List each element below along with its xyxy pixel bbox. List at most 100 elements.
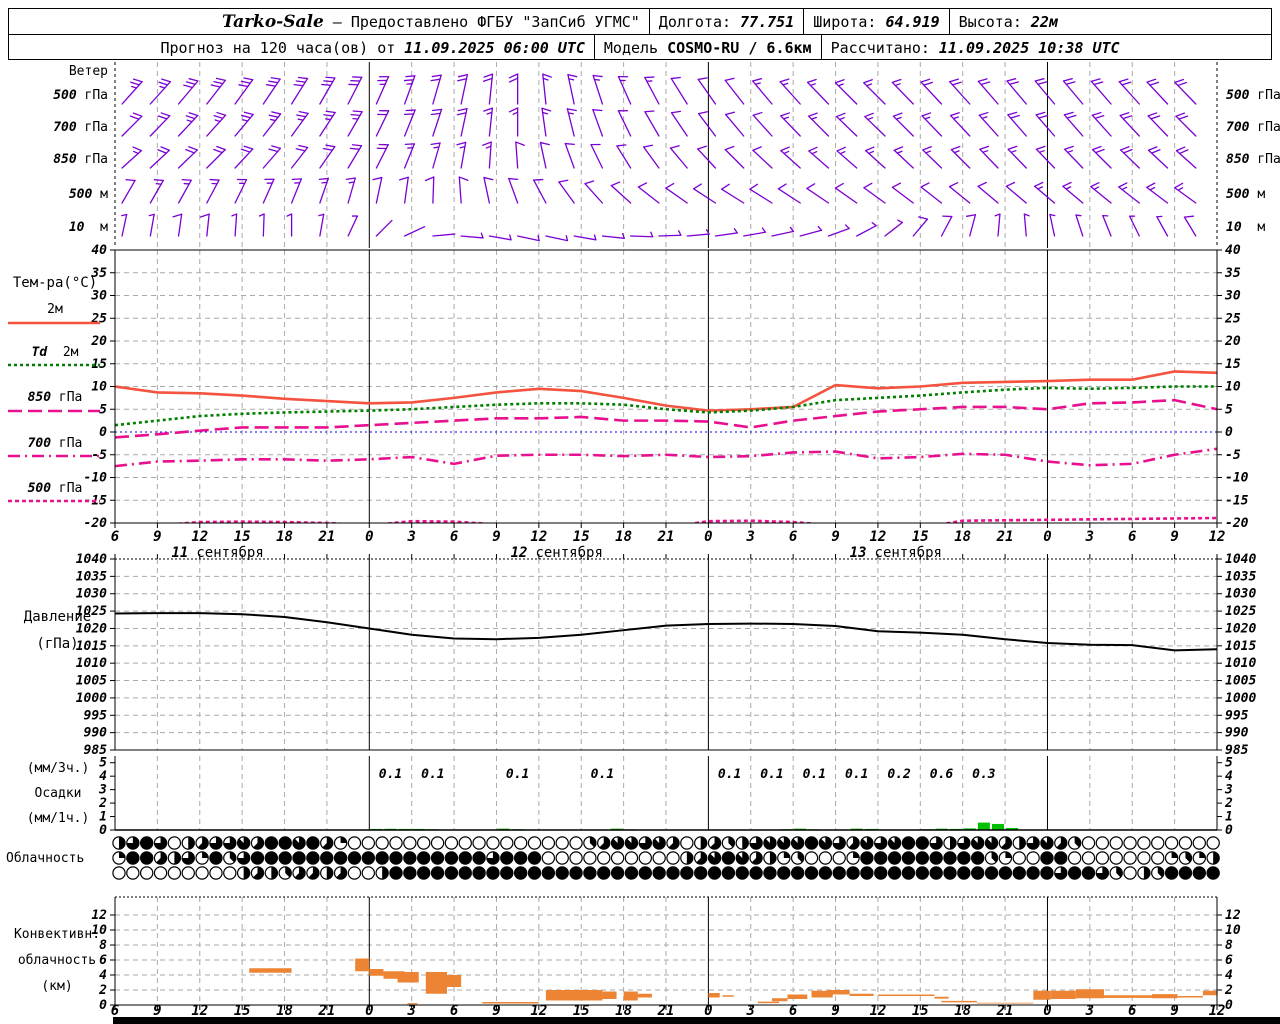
svg-text:1015: 1015: [1225, 639, 1256, 654]
svg-text:18: 18: [615, 1003, 632, 1019]
svg-text:0.6: 0.6: [930, 767, 954, 782]
svg-text:0: 0: [99, 998, 107, 1013]
svg-text:12: 12: [91, 908, 107, 923]
svg-text:40: 40: [91, 243, 107, 258]
wind-level-850hpa-right: 850 гПа: [1226, 152, 1280, 167]
svg-text:0: 0: [1225, 998, 1233, 1013]
svg-text:995: 995: [84, 708, 108, 723]
svg-text:21: 21: [657, 529, 675, 545]
svg-text:995: 995: [1225, 708, 1249, 723]
svg-text:1035: 1035: [76, 569, 107, 584]
temp-panel-title: Тем-ра(°C): [12, 275, 98, 291]
svg-text:6: 6: [111, 529, 119, 545]
svg-text:6: 6: [1128, 1003, 1136, 1019]
svg-text:30: 30: [1224, 289, 1241, 304]
svg-text:1020: 1020: [1225, 621, 1256, 636]
temp-legend-850hpa: 850 гПа: [27, 390, 83, 405]
svg-text:6: 6: [1128, 529, 1136, 545]
svg-text:12: 12: [530, 529, 547, 545]
svg-text:0.1: 0.1: [760, 767, 783, 782]
temp-legend-td2m: Td 2м: [31, 345, 79, 360]
svg-text:3: 3: [406, 1003, 415, 1019]
wind-level-700hpa-left: 700 гПа: [53, 120, 108, 135]
cloudiness-title: Облачность: [6, 851, 85, 866]
svg-text:0: 0: [1225, 425, 1233, 440]
svg-text:1030: 1030: [1225, 587, 1256, 602]
svg-text:990: 990: [1225, 726, 1249, 741]
calculated-label: Рассчитано:: [830, 38, 930, 57]
svg-text:0.1: 0.1: [845, 767, 868, 782]
svg-text:9: 9: [492, 529, 500, 545]
svg-text:21: 21: [317, 529, 335, 545]
meteogram-plot: -20-20-15-15-10-10-5-5005510101515202025…: [8, 62, 1280, 1024]
meteogram-page: -20-20-15-15-10-10-5-5005510101515202025…: [0, 0, 1280, 1024]
wind-level-500m-right: 500 м: [1226, 187, 1266, 202]
longitude-label: Долгота:: [658, 12, 732, 31]
svg-text:0.1: 0.1: [803, 767, 826, 782]
svg-text:1035: 1035: [1225, 569, 1256, 584]
wind-level-10m-left: 10 м: [68, 220, 108, 235]
svg-text:-5: -5: [1225, 448, 1241, 463]
svg-text:0.1: 0.1: [506, 767, 529, 782]
header-separator: [593, 35, 595, 60]
wind-level-850hpa-left: 850 гПа: [53, 152, 108, 167]
svg-text:11сентября: 11 сентября: [172, 545, 264, 561]
wind-panel-title: Ветер: [68, 64, 108, 79]
pressure-units: (гПа): [36, 636, 79, 652]
temp-legend-700hpa: 700 гПа: [27, 436, 83, 451]
svg-text:-10: -10: [1225, 471, 1249, 486]
calculated-time: 11.09.2025 10:38 UTC: [938, 38, 1120, 57]
svg-text:12: 12: [1209, 529, 1226, 545]
model-label: Модель: [603, 38, 659, 57]
svg-text:15: 15: [1225, 357, 1241, 372]
svg-text:1040: 1040: [1225, 552, 1256, 567]
svg-text:3: 3: [1085, 1003, 1094, 1019]
svg-text:9: 9: [831, 529, 839, 545]
svg-text:0.1: 0.1: [718, 767, 741, 782]
svg-text:21: 21: [657, 1003, 675, 1019]
svg-text:1040: 1040: [76, 552, 107, 567]
svg-text:15: 15: [912, 1003, 929, 1019]
altitude-label: Высота:: [958, 12, 1022, 31]
svg-text:12: 12: [1209, 1003, 1226, 1019]
forecast-time: 11.09.2025 06:00 UTC: [404, 38, 585, 57]
svg-text:18: 18: [615, 529, 632, 545]
svg-text:2: 2: [1224, 983, 1233, 998]
station-name: Tarko-Sale: [222, 11, 324, 32]
header: Tarko-Sale — Предоставлено ФГБУ "ЗапСиб …: [8, 8, 1272, 60]
svg-text:2: 2: [1224, 796, 1233, 811]
convective-title-1: Конвективн.: [13, 927, 101, 942]
svg-text:21: 21: [317, 1003, 335, 1019]
precip-units-1h: (мм/1ч.): [26, 811, 90, 826]
svg-text:21: 21: [996, 1003, 1014, 1019]
svg-text:15: 15: [234, 529, 251, 545]
svg-text:6: 6: [450, 1003, 458, 1019]
svg-text:5: 5: [1225, 402, 1233, 417]
svg-text:18: 18: [954, 1003, 971, 1019]
svg-text:6: 6: [789, 1003, 797, 1019]
svg-text:4: 4: [1225, 968, 1233, 983]
svg-text:0.2: 0.2: [887, 767, 911, 782]
header-row-1: Tarko-Sale — Предоставлено ФГБУ "ЗапСиб …: [9, 9, 1271, 35]
svg-text:0.3: 0.3: [972, 767, 996, 782]
svg-text:0.1: 0.1: [379, 767, 402, 782]
header-dash: —: [332, 12, 342, 31]
provider: Предоставлено ФГБУ "ЗапСиб УГМС": [350, 12, 640, 31]
svg-text:6: 6: [789, 529, 797, 545]
header-separator: [803, 9, 805, 34]
svg-text:12: 12: [530, 1003, 547, 1019]
svg-text:25: 25: [1224, 311, 1241, 326]
header-separator: [948, 9, 950, 34]
svg-text:0: 0: [704, 1003, 712, 1019]
svg-text:18: 18: [276, 529, 293, 545]
svg-text:18: 18: [954, 529, 971, 545]
svg-text:12: 12: [191, 529, 208, 545]
header-row-2: Прогноз на 120 часа(ов) от 11.09.2025 06…: [9, 35, 1271, 60]
svg-text:3: 3: [746, 1003, 755, 1019]
longitude-value: 77.751: [740, 12, 795, 31]
svg-text:1025: 1025: [1225, 604, 1256, 619]
wind-level-10m-right: 10 м: [1226, 220, 1266, 235]
svg-text:6: 6: [111, 1003, 119, 1019]
wind-level-500hpa-right: 500 гПа: [1226, 88, 1280, 103]
svg-text:0: 0: [1225, 823, 1233, 838]
